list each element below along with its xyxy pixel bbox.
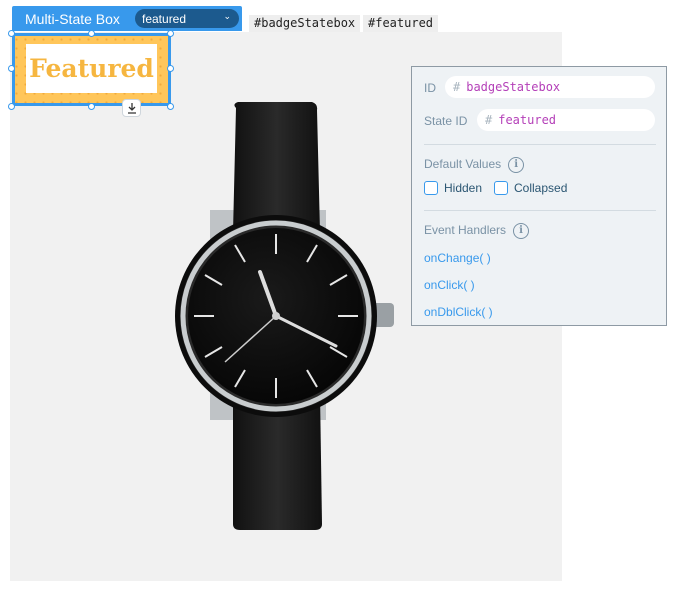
resize-handle-bottom-left[interactable] [8, 103, 15, 110]
ondblclick-handler-link[interactable]: onDblClick( ) [424, 305, 493, 319]
download-icon[interactable] [122, 99, 141, 117]
event-handlers-label: Event Handlers [424, 223, 507, 238]
collapsed-checkbox-box[interactable] [494, 181, 508, 195]
state-selector-value: featured [142, 11, 187, 26]
state-id-field-value: featured [498, 113, 557, 127]
hash-icon: # [453, 80, 461, 94]
resize-handle-bottom[interactable] [88, 103, 95, 110]
multi-state-box[interactable]: Featured [12, 35, 171, 106]
state-id-tag: #featured [363, 15, 439, 32]
featured-badge-text: Featured [29, 54, 154, 83]
resize-handle-left[interactable] [8, 65, 15, 72]
id-field-value: badgeStatebox [466, 80, 561, 94]
state-selector[interactable]: featured ⌄ [135, 9, 239, 28]
properties-panel: ID # badgeStatebox State ID # featured Def… [411, 66, 667, 326]
divider [424, 210, 656, 211]
element-type-title: Multi-State Box [25, 10, 120, 27]
resize-handle-top-right[interactable] [167, 30, 174, 37]
hidden-checkbox[interactable]: Hidden [424, 181, 482, 195]
hidden-checkbox-label: Hidden [444, 181, 483, 195]
default-values-heading: Default Values i [424, 157, 525, 173]
id-label: ID [424, 81, 436, 95]
chevron-down-icon: ⌄ [223, 11, 231, 21]
collapsed-checkbox-label: Collapsed [514, 181, 568, 195]
onclick-handler-link[interactable]: onClick( ) [424, 278, 475, 292]
hash-icon: # [485, 113, 493, 127]
resize-handle-bottom-right[interactable] [167, 103, 174, 110]
featured-badge: Featured [26, 44, 157, 93]
id-field[interactable]: # badgeStatebox [445, 76, 655, 98]
default-values-label: Default Values [424, 157, 502, 172]
info-icon[interactable]: i [513, 223, 530, 239]
resize-handle-top-left[interactable] [8, 30, 15, 37]
state-id-label: State ID [424, 114, 468, 128]
resize-handle-top[interactable] [88, 30, 95, 37]
divider [424, 144, 656, 145]
onchange-handler-link[interactable]: onChange( ) [424, 251, 491, 265]
element-type-label[interactable]: Multi-State Box featured ⌄ [12, 6, 242, 31]
state-id-field[interactable]: # featured [477, 109, 655, 131]
collapsed-checkbox[interactable]: Collapsed [494, 181, 567, 195]
element-id-tag: #badgeStatebox [249, 15, 361, 32]
event-handlers-heading: Event Handlers i [424, 223, 530, 239]
resize-handle-right[interactable] [167, 65, 174, 72]
info-icon[interactable]: i [508, 157, 525, 173]
hidden-checkbox-box[interactable] [424, 181, 438, 195]
